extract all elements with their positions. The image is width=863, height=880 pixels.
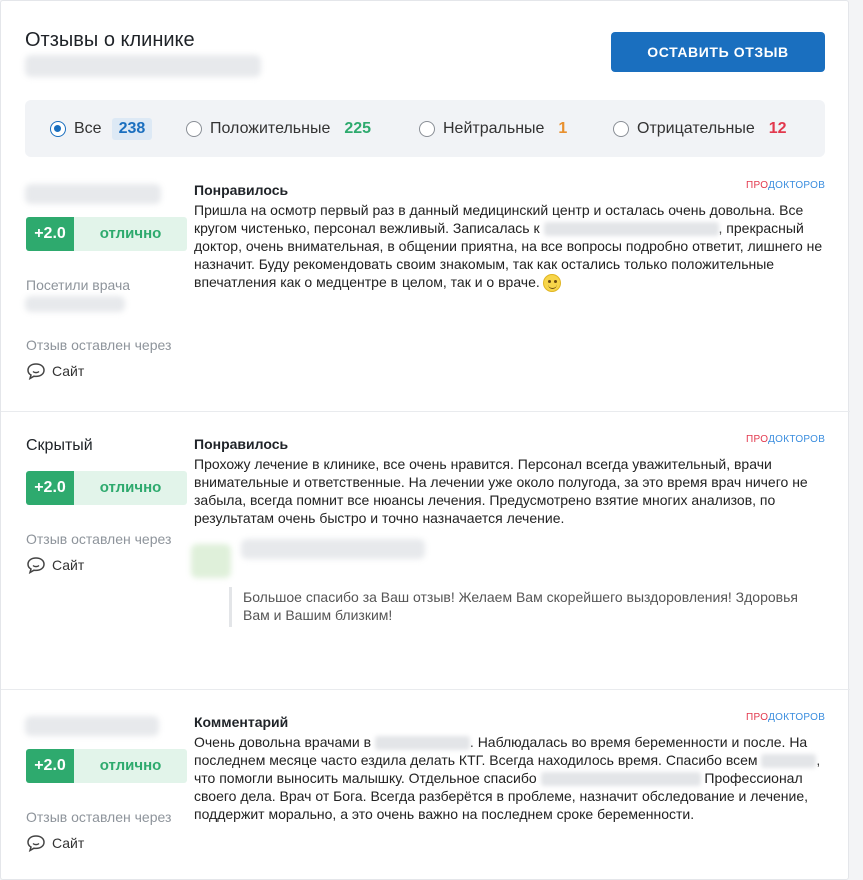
chat-bubble-icon xyxy=(27,363,45,380)
filter-neutral-label: Нейтральные xyxy=(443,119,545,137)
review-title: Понравилось xyxy=(194,182,289,198)
clinic-reply-text: Большое спасибо за Ваш отзыв! Желаем Вам… xyxy=(243,589,798,623)
filter-positive[interactable]: Положительные 225 xyxy=(186,100,371,157)
review-title: Понравилось xyxy=(194,436,289,452)
author-name-blurred xyxy=(25,716,159,736)
review-text: Пришла на осмотр первый раз в данный мед… xyxy=(194,201,824,293)
radio-icon[interactable] xyxy=(613,120,629,137)
rating-score: +2.0 xyxy=(26,471,74,505)
doctor-name-blurred xyxy=(540,772,701,787)
prodoctorov-logo: ПРОДОКТОРОВ xyxy=(746,180,826,191)
rating-word: отлично xyxy=(74,749,187,783)
source-label: Сайт xyxy=(52,363,85,379)
rating-score: +2.0 xyxy=(26,217,74,251)
via-label: Отзыв оставлен через xyxy=(26,337,172,353)
clinic-reply-name-blurred xyxy=(241,539,425,559)
filter-positive-label: Положительные xyxy=(210,119,331,137)
prodoctorov-logo: ПРОДОКТОРОВ xyxy=(746,712,826,723)
rating-badge: +2.0 отлично xyxy=(26,471,187,505)
radio-icon[interactable] xyxy=(186,120,202,137)
rating-word: отлично xyxy=(74,471,187,505)
review-text: Прохожу лечение в клинике, все очень нра… xyxy=(194,456,808,526)
filter-neutral[interactable]: Нейтральные 1 xyxy=(419,100,567,157)
review-text: Очень довольна врачами в . Наблюдалась в… xyxy=(194,734,821,822)
filter-negative-count: 12 xyxy=(768,119,787,137)
filter-all[interactable]: Все 238 xyxy=(50,100,153,157)
source-label: Сайт xyxy=(52,557,85,573)
reply-divider xyxy=(229,587,232,627)
radio-icon[interactable] xyxy=(419,120,435,137)
filter-negative-label: Отрицательные xyxy=(637,119,755,137)
filter-positive-count: 225 xyxy=(344,119,372,137)
clinic-name-blurred xyxy=(374,736,470,751)
author-name-blurred xyxy=(25,184,161,204)
rating-badge: +2.0 отлично xyxy=(26,217,187,251)
filter-all-count: 238 xyxy=(111,117,153,140)
clinic-avatar xyxy=(191,544,231,578)
doctor-name-blurred xyxy=(25,296,125,312)
author-name: Скрытый xyxy=(26,437,93,454)
chat-bubble-icon xyxy=(27,835,45,852)
review-source: Сайт xyxy=(26,556,84,574)
prodoctorov-logo: ПРОДОКТОРОВ xyxy=(746,434,826,445)
radio-icon[interactable] xyxy=(50,120,66,137)
filter-negative[interactable]: Отрицательные 12 xyxy=(613,100,787,157)
doctor-name-blurred xyxy=(543,222,719,237)
review-item xyxy=(1,411,850,689)
page-title: Отзывы о клинике xyxy=(25,29,195,51)
review-source: Сайт xyxy=(26,362,84,380)
leave-review-button[interactable]: ОСТАВИТЬ ОТЗЫВ xyxy=(611,32,825,72)
staff-name-blurred xyxy=(761,754,817,769)
filter-neutral-count: 1 xyxy=(558,119,568,137)
smile-emoji-icon xyxy=(542,274,561,293)
reviews-card: Отзывы о клинике ОСТАВИТЬ ОТЗЫВ Все 238 … xyxy=(0,0,850,880)
via-label: Отзыв оставлен через xyxy=(26,531,172,547)
rating-badge: +2.0 отлично xyxy=(26,749,187,783)
visited-label: Посетили врача xyxy=(26,277,131,293)
review-filter-bar: Все 238 Положительные 225 Нейтральные 1 … xyxy=(25,100,825,157)
review-source: Сайт xyxy=(26,834,84,852)
chat-bubble-icon xyxy=(27,557,45,574)
via-label: Отзыв оставлен через xyxy=(26,809,172,825)
filter-all-label: Все xyxy=(74,119,102,137)
rating-score: +2.0 xyxy=(26,749,74,783)
clinic-name-blurred xyxy=(25,55,261,77)
review-title: Комментарий xyxy=(194,714,289,730)
source-label: Сайт xyxy=(52,835,85,851)
rating-word: отлично xyxy=(74,217,187,251)
